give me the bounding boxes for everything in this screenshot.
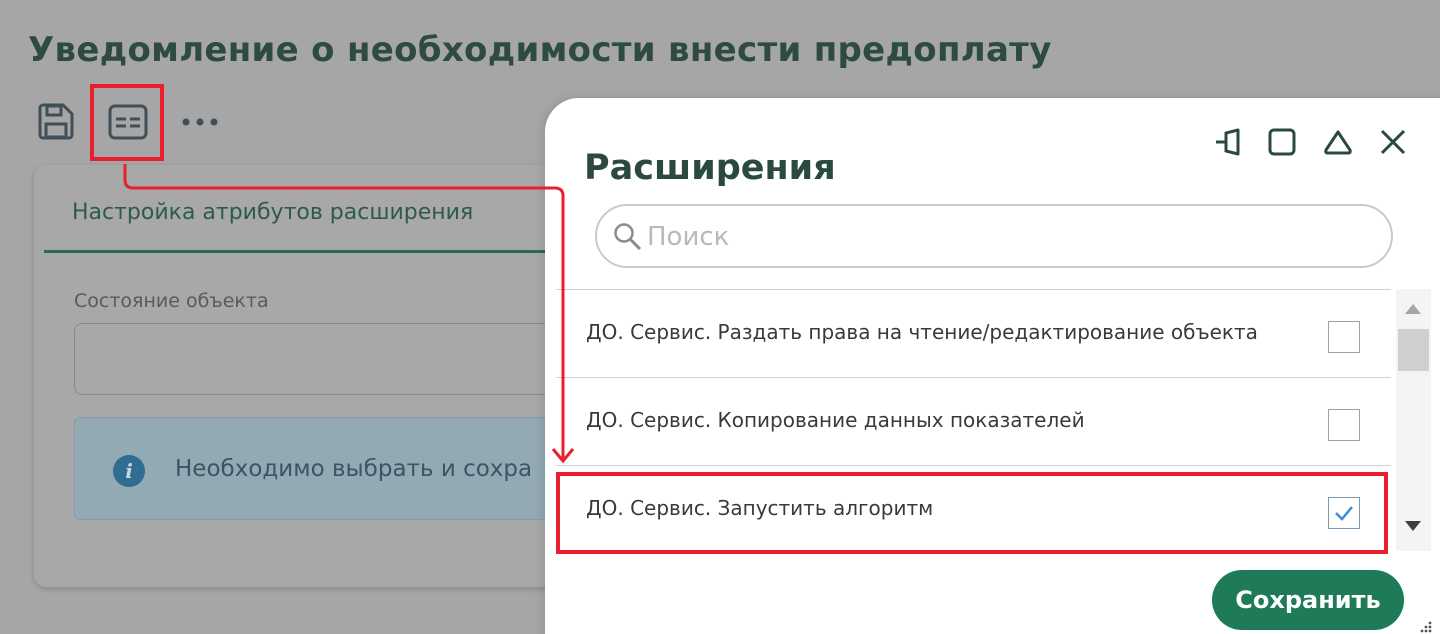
tab-active-underline xyxy=(44,250,554,253)
selected-item-highlight xyxy=(556,472,1388,554)
list-item-label: ДО. Сервис. Раздать права на чтение/реда… xyxy=(586,320,1258,344)
more-horizontal-icon xyxy=(182,118,218,126)
item-checkbox[interactable] xyxy=(1328,409,1360,441)
floppy-disk-icon xyxy=(38,103,74,140)
save-button[interactable]: Сохранить xyxy=(1212,570,1404,630)
resize-grip-icon[interactable] xyxy=(1419,620,1433,634)
item-checkbox[interactable] xyxy=(1328,321,1360,353)
maximize-icon xyxy=(1268,128,1296,156)
pin-button[interactable] xyxy=(1211,122,1251,162)
scrollbar-thumb[interactable] xyxy=(1398,329,1429,371)
info-message-box: i Необходимо выбрать и сохра xyxy=(74,417,554,520)
extensions-button-highlight xyxy=(90,84,164,161)
search-icon xyxy=(614,223,642,251)
page-title: Уведомление о необходимости внести предо… xyxy=(28,30,1052,70)
list-item[interactable]: ДО. Сервис. Раздать права на чтение/реда… xyxy=(556,290,1391,378)
save-document-button[interactable] xyxy=(34,100,78,144)
close-button[interactable] xyxy=(1373,122,1413,162)
list-scrollbar[interactable] xyxy=(1396,289,1431,551)
list-item-label: ДО. Сервис. Копирование данных показател… xyxy=(586,408,1085,432)
search-box xyxy=(595,204,1393,268)
info-icon: i xyxy=(113,455,145,487)
more-actions-button[interactable] xyxy=(178,100,222,144)
close-icon xyxy=(1380,129,1406,155)
dialog-title: Расширения xyxy=(584,148,836,188)
pin-icon xyxy=(1216,128,1240,156)
object-state-label: Состояние объекта xyxy=(74,290,269,312)
collapse-button[interactable] xyxy=(1318,122,1358,162)
scroll-down-arrow-icon[interactable] xyxy=(1405,521,1421,531)
maximize-button[interactable] xyxy=(1262,122,1302,162)
list-item[interactable]: ДО. Сервис. Копирование данных показател… xyxy=(556,378,1391,466)
search-input[interactable] xyxy=(647,218,1347,256)
collapse-icon xyxy=(1324,130,1352,155)
scroll-up-arrow-icon[interactable] xyxy=(1405,304,1421,314)
object-state-field[interactable] xyxy=(74,323,554,395)
info-message-text: Необходимо выбрать и сохра xyxy=(175,456,533,482)
tab-extension-attributes[interactable]: Настройка атрибутов расширения xyxy=(72,200,473,225)
